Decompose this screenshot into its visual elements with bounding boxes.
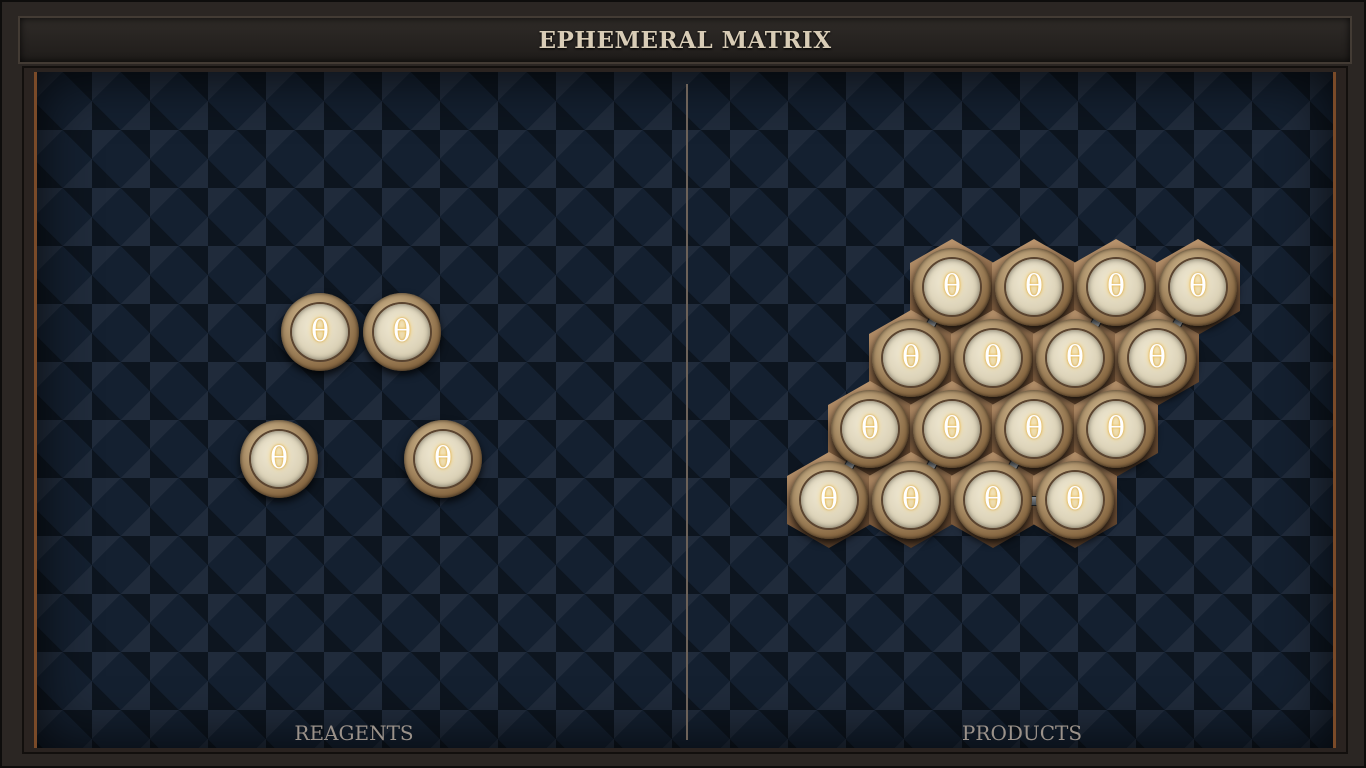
salt-theta-icon: θ xyxy=(433,441,453,476)
salt-theta-icon: θ xyxy=(310,314,330,349)
product-atom[interactable]: θ xyxy=(1036,461,1114,539)
product-atom[interactable]: θ xyxy=(995,248,1073,326)
zone-divider xyxy=(686,84,688,740)
window-frame: EPHEMERAL MATRIX REAGENTS PRODUCTS θ θ θ θ θ… xyxy=(0,0,1366,768)
salt-theta-icon: θ xyxy=(1188,269,1208,304)
salt-theta-icon: θ xyxy=(819,482,839,517)
salt-theta-icon: θ xyxy=(942,269,962,304)
salt-theta-icon: θ xyxy=(901,482,921,517)
reagents-label: REAGENTS xyxy=(294,721,414,745)
reagent-atom[interactable]: θ xyxy=(240,420,318,498)
left-edge-strip xyxy=(34,72,37,748)
page-title: EPHEMERAL MATRIX xyxy=(538,27,832,54)
salt-theta-icon: θ xyxy=(1065,340,1085,375)
salt-theta-icon: θ xyxy=(1106,269,1126,304)
puzzle-board: REAGENTS PRODUCTS θ θ θ θ θ θ θ θ θ θ θ θ θ θ θ θ θ θ θ θ xyxy=(22,66,1348,754)
product-atom[interactable]: θ xyxy=(831,390,909,468)
reagent-atom[interactable]: θ xyxy=(363,293,441,371)
product-atom[interactable]: θ xyxy=(872,461,950,539)
product-atom[interactable]: θ xyxy=(913,248,991,326)
right-edge-strip xyxy=(1333,72,1336,748)
salt-theta-icon: θ xyxy=(269,441,289,476)
salt-theta-icon: θ xyxy=(860,411,880,446)
salt-theta-icon: θ xyxy=(901,340,921,375)
product-atom[interactable]: θ xyxy=(1077,248,1155,326)
salt-theta-icon: θ xyxy=(1147,340,1167,375)
product-atom[interactable]: θ xyxy=(1118,319,1196,397)
salt-theta-icon: θ xyxy=(392,314,412,349)
reagent-atom[interactable]: θ xyxy=(281,293,359,371)
reagent-atom[interactable]: θ xyxy=(404,420,482,498)
board-surface: REAGENTS PRODUCTS θ θ θ θ θ θ θ θ θ θ θ θ θ θ θ θ θ θ θ θ xyxy=(34,72,1336,748)
product-atom[interactable]: θ xyxy=(1077,390,1155,468)
salt-theta-icon: θ xyxy=(1024,269,1044,304)
product-atom[interactable]: θ xyxy=(954,319,1032,397)
products-label: PRODUCTS xyxy=(961,721,1083,745)
product-atom[interactable]: θ xyxy=(1159,248,1237,326)
product-atom[interactable]: θ xyxy=(954,461,1032,539)
title-bar: EPHEMERAL MATRIX xyxy=(18,16,1352,64)
salt-theta-icon: θ xyxy=(942,411,962,446)
product-atom[interactable]: θ xyxy=(1036,319,1114,397)
salt-theta-icon: θ xyxy=(983,482,1003,517)
product-atom[interactable]: θ xyxy=(790,461,868,539)
product-atom[interactable]: θ xyxy=(913,390,991,468)
salt-theta-icon: θ xyxy=(983,340,1003,375)
product-atom[interactable]: θ xyxy=(872,319,950,397)
salt-theta-icon: θ xyxy=(1024,411,1044,446)
product-atom[interactable]: θ xyxy=(995,390,1073,468)
salt-theta-icon: θ xyxy=(1065,482,1085,517)
salt-theta-icon: θ xyxy=(1106,411,1126,446)
